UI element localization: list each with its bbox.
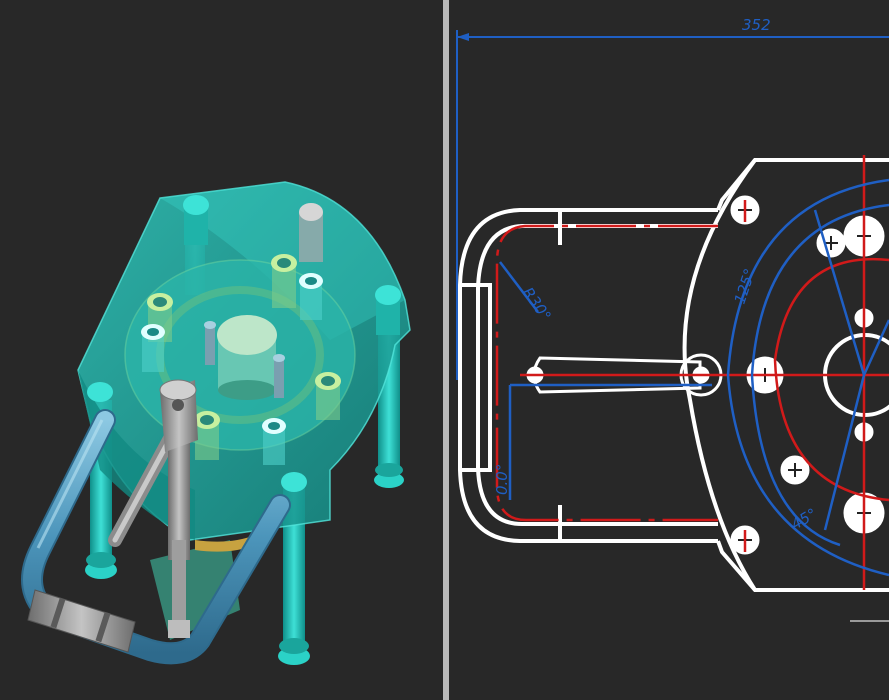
cad-workspace: 352 R30° 125° 45° 0.0°	[0, 0, 889, 700]
2d-drawing-canvas[interactable]: 352 R30° 125° 45° 0.0°	[449, 0, 889, 700]
pump-housing	[77, 181, 411, 541]
angle-dim-bottom-label: 45°	[788, 505, 820, 534]
2d-drawing-viewport[interactable]: 352 R30° 125° 45° 0.0°	[449, 0, 889, 700]
3d-model-viewport[interactable]	[0, 0, 443, 700]
3d-model-canvas[interactable]	[0, 0, 443, 700]
part-outline	[458, 158, 889, 622]
angle-dim-top-label: 125°	[731, 266, 759, 306]
radius-dim-label: R30°	[519, 284, 555, 325]
vertical-dim-label: 0.0°	[493, 464, 511, 495]
overall-width-label: 352	[742, 16, 771, 34]
